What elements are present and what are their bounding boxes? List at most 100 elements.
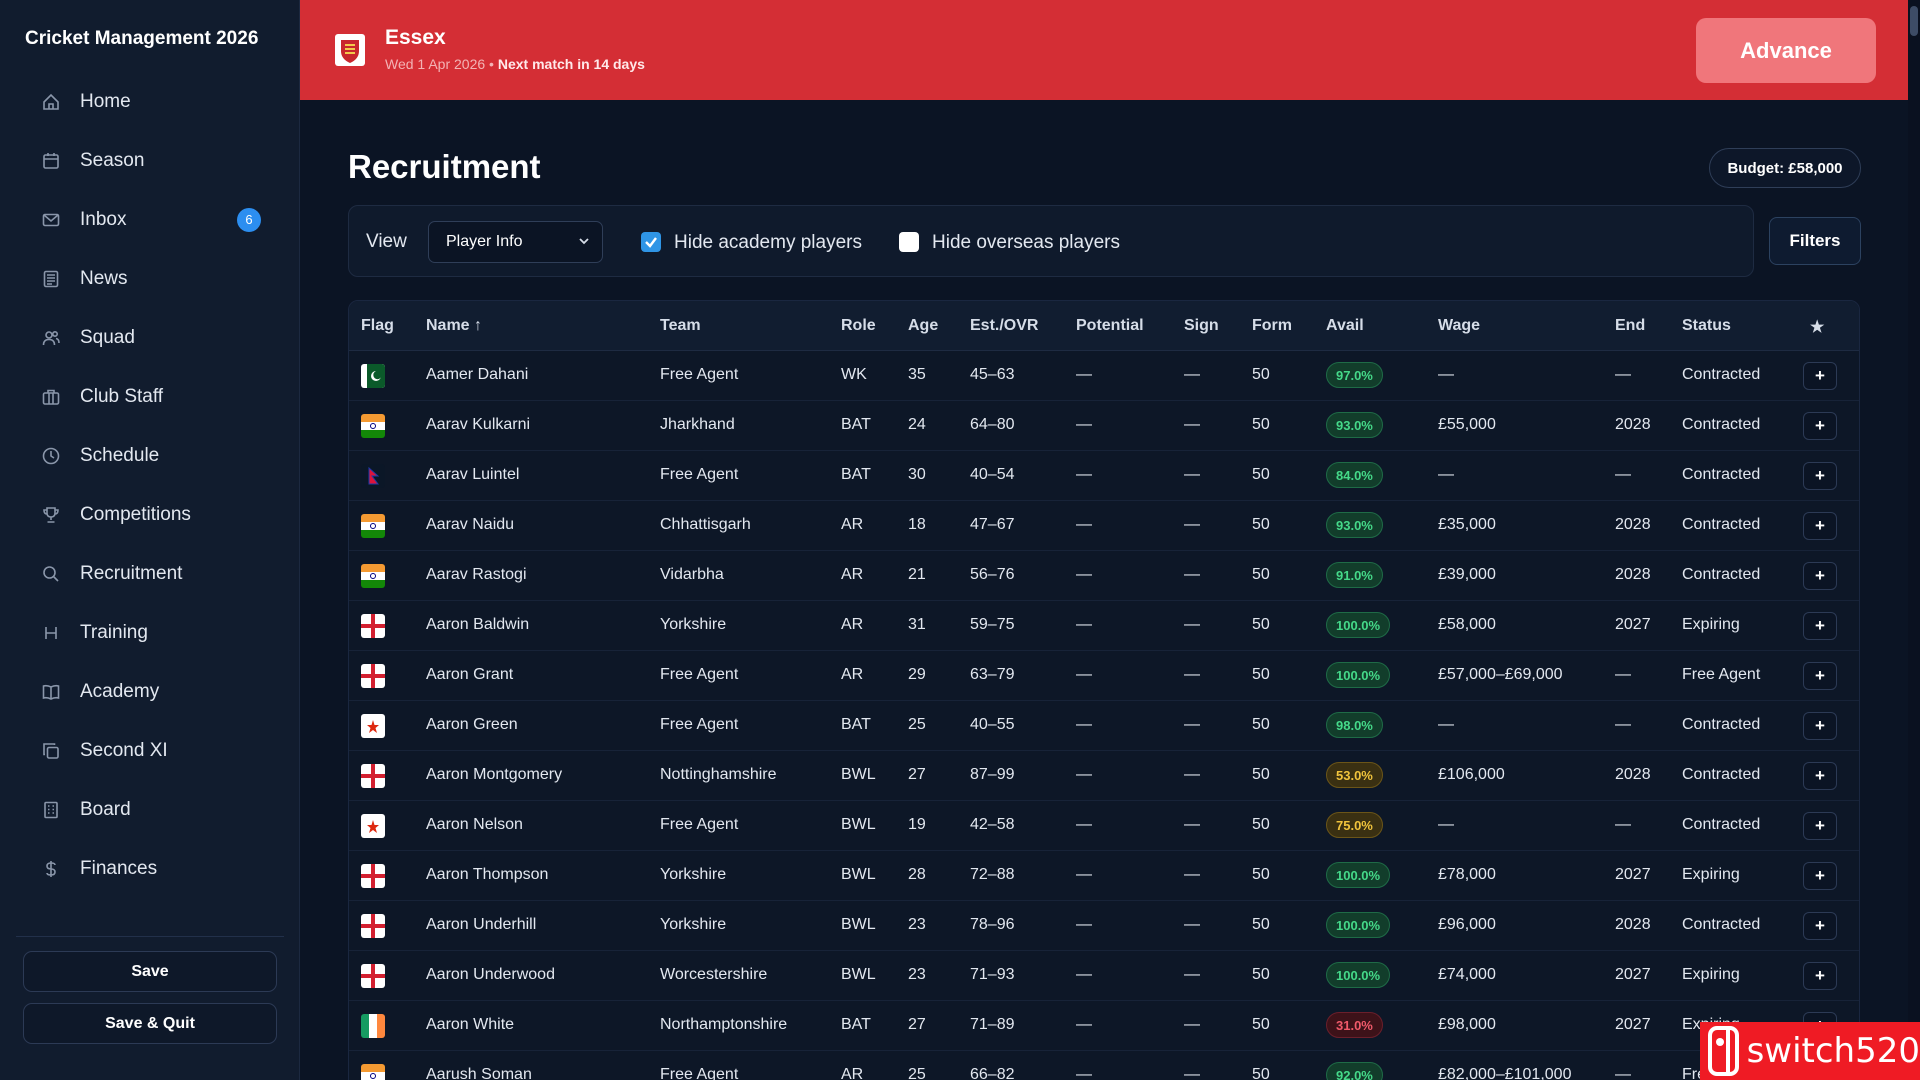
table-row[interactable]: Aarav Naidu Chhattisgarh AR 18 47–67 — — 50 93.0…	[349, 501, 1859, 551]
cell-ovr: 42–58	[970, 816, 1015, 833]
scrollbar-track[interactable]	[1908, 0, 1920, 1080]
sidebar-item-schedule[interactable]: Schedule	[0, 426, 300, 485]
table-row[interactable]: Aaron Underhill Yorkshire BWL 23 78–96 — — 50 10…	[349, 901, 1859, 951]
cell-end: 2028	[1615, 766, 1651, 783]
sidebar-item-second-xi[interactable]: Second XI	[0, 721, 300, 780]
cell-form: 50	[1252, 616, 1270, 633]
sidebar-item-news[interactable]: News	[0, 249, 300, 308]
cell-name[interactable]: Aaron Underhill	[426, 916, 536, 934]
sidebar-item-home[interactable]: Home	[0, 72, 300, 131]
table-row[interactable]: Aaron Montgomery Nottinghamshire BWL 27 87–9…	[349, 751, 1859, 801]
cell-name[interactable]: Aarav Luintel	[426, 466, 519, 484]
shortlist-add-button[interactable]: +	[1803, 912, 1837, 940]
cell-name[interactable]: Aarush Soman	[426, 1066, 532, 1080]
shortlist-add-button[interactable]: +	[1803, 462, 1837, 490]
cell-name[interactable]: Aaron Green	[426, 716, 518, 734]
column-header-ovr[interactable]: Est./OVR	[970, 317, 1038, 335]
cell-name[interactable]: Aaron White	[426, 1016, 514, 1034]
column-header-age[interactable]: Age	[908, 317, 938, 335]
cell-team: Chhattisgarh	[660, 516, 751, 533]
cell-potential: —	[1076, 666, 1092, 683]
shortlist-add-button[interactable]: +	[1803, 712, 1837, 740]
cell-name[interactable]: Aaron Underwood	[426, 966, 555, 984]
hide-academy-label[interactable]: Hide academy players	[674, 232, 862, 254]
cell-potential: —	[1076, 366, 1092, 383]
cell-role: BAT	[841, 716, 871, 733]
cell-name[interactable]: Aarav Naidu	[426, 516, 514, 534]
shortlist-add-button[interactable]: +	[1803, 412, 1837, 440]
sidebar-item-club-staff[interactable]: Club Staff	[0, 367, 300, 426]
sidebar-item-inbox[interactable]: Inbox 6	[0, 190, 300, 249]
column-header-status[interactable]: Status	[1682, 317, 1731, 335]
table-row[interactable]: Aaron Underwood Worcestershire BWL 23 71–93 —…	[349, 951, 1859, 1001]
column-header-name[interactable]: Name ↑	[426, 317, 482, 335]
shortlist-add-button[interactable]: +	[1803, 662, 1837, 690]
shortlist-add-button[interactable]: +	[1803, 962, 1837, 990]
table-row[interactable]: Aaron Grant Free Agent AR 29 63–79 — — 50 100.0%…	[349, 651, 1859, 701]
sidebar-item-squad[interactable]: Squad	[0, 308, 300, 367]
column-header-team[interactable]: Team	[660, 317, 701, 335]
cell-name[interactable]: Aaron Baldwin	[426, 616, 529, 634]
hide-overseas-label[interactable]: Hide overseas players	[932, 232, 1120, 254]
column-header-form[interactable]: Form	[1252, 317, 1292, 335]
sidebar-item-season[interactable]: Season	[0, 131, 300, 190]
table-row[interactable]: Aaron Thompson Yorkshire BWL 28 72–88 — — 50 100…	[349, 851, 1859, 901]
cell-role: BAT	[841, 466, 871, 483]
scrollbar-thumb[interactable]	[1910, 6, 1918, 36]
cell-wage: £35,000	[1438, 516, 1496, 533]
cell-ovr: 71–93	[970, 966, 1015, 983]
column-header-end[interactable]: End	[1615, 317, 1645, 335]
sidebar-item-board[interactable]: Board	[0, 780, 300, 839]
table-row[interactable]: Aaron Baldwin Yorkshire AR 31 59–75 — — 50 100.0…	[349, 601, 1859, 651]
cell-name[interactable]: Aarav Kulkarni	[426, 416, 530, 434]
shortlist-add-button[interactable]: +	[1803, 562, 1837, 590]
column-header-wage[interactable]: Wage	[1438, 317, 1480, 335]
england-flag-icon	[361, 764, 385, 788]
sidebar-item-academy[interactable]: Academy	[0, 662, 300, 721]
shortlist-add-button[interactable]: +	[1803, 362, 1837, 390]
sidebar-item-training[interactable]: Training	[0, 603, 300, 662]
cell-name[interactable]: Aamer Dahani	[426, 366, 528, 384]
advance-button[interactable]: Advance	[1696, 18, 1876, 83]
cell-name[interactable]: Aaron Montgomery	[426, 766, 562, 784]
table-row[interactable]: Aarav Rastogi Vidarbha AR 21 56–76 — — 50 91.0% £…	[349, 551, 1859, 601]
cell-role: AR	[841, 566, 864, 583]
cell-name[interactable]: Aaron Grant	[426, 666, 513, 684]
sidebar-item-recruitment[interactable]: Recruitment	[0, 544, 300, 603]
table-row[interactable]: Aamer Dahani Free Agent WK 35 45–63 — — 50 97.0%…	[349, 351, 1859, 401]
availability-badge: 53.0%	[1326, 762, 1383, 788]
cell-wage: £82,000–£101,000	[1438, 1066, 1572, 1080]
column-header-role[interactable]: Role	[841, 317, 876, 335]
table-row[interactable]: Aaron Green Free Agent BAT 25 40–55 — — 50 98.0%…	[349, 701, 1859, 751]
cell-name[interactable]: Aarav Rastogi	[426, 566, 527, 584]
sidebar-item-finances[interactable]: Finances	[0, 839, 300, 898]
column-header-potential[interactable]: Potential	[1076, 317, 1144, 335]
shortlist-add-button[interactable]: +	[1803, 512, 1837, 540]
view-select[interactable]: Player Info	[428, 221, 603, 263]
shortlist-add-button[interactable]: +	[1803, 862, 1837, 890]
cell-name[interactable]: Aaron Thompson	[426, 866, 548, 884]
hide-overseas-checkbox[interactable]	[899, 232, 919, 252]
table-row[interactable]: Aaron Nelson Free Agent BWL 19 42–58 — — 50 75.0…	[349, 801, 1859, 851]
table-row[interactable]: Aaron White Northamptonshire BAT 27 71–89 — — 5…	[349, 1001, 1859, 1051]
hide-academy-checkbox[interactable]	[641, 232, 661, 252]
cell-potential: —	[1076, 966, 1092, 983]
table-row[interactable]: Aarav Kulkarni Jharkhand BAT 24 64–80 — — 50 93.…	[349, 401, 1859, 451]
cell-status: Contracted	[1682, 466, 1761, 483]
cell-name[interactable]: Aaron Nelson	[426, 816, 523, 834]
column-header-star[interactable]: ★	[1810, 317, 1824, 337]
column-header-flag[interactable]: Flag	[361, 317, 394, 335]
cell-end: 2027	[1615, 1016, 1651, 1033]
save-and-quit-button[interactable]: Save & Quit	[23, 1003, 277, 1044]
column-header-avail[interactable]: Avail	[1326, 317, 1364, 335]
column-header-sign[interactable]: Sign	[1184, 317, 1219, 335]
shortlist-add-button[interactable]: +	[1803, 812, 1837, 840]
shortlist-add-button[interactable]: +	[1803, 612, 1837, 640]
table-row[interactable]: Aarush Soman Free Agent AR 25 66–82 — — 50 92.0%…	[349, 1051, 1859, 1080]
sidebar-item-competitions[interactable]: Competitions	[0, 485, 300, 544]
cell-role: AR	[841, 666, 864, 683]
save-button[interactable]: Save	[23, 951, 277, 992]
shortlist-add-button[interactable]: +	[1803, 762, 1837, 790]
filters-button[interactable]: Filters	[1769, 217, 1861, 265]
table-row[interactable]: Aarav Luintel Free Agent BAT 30 40–54 — — 50 84.…	[349, 451, 1859, 501]
